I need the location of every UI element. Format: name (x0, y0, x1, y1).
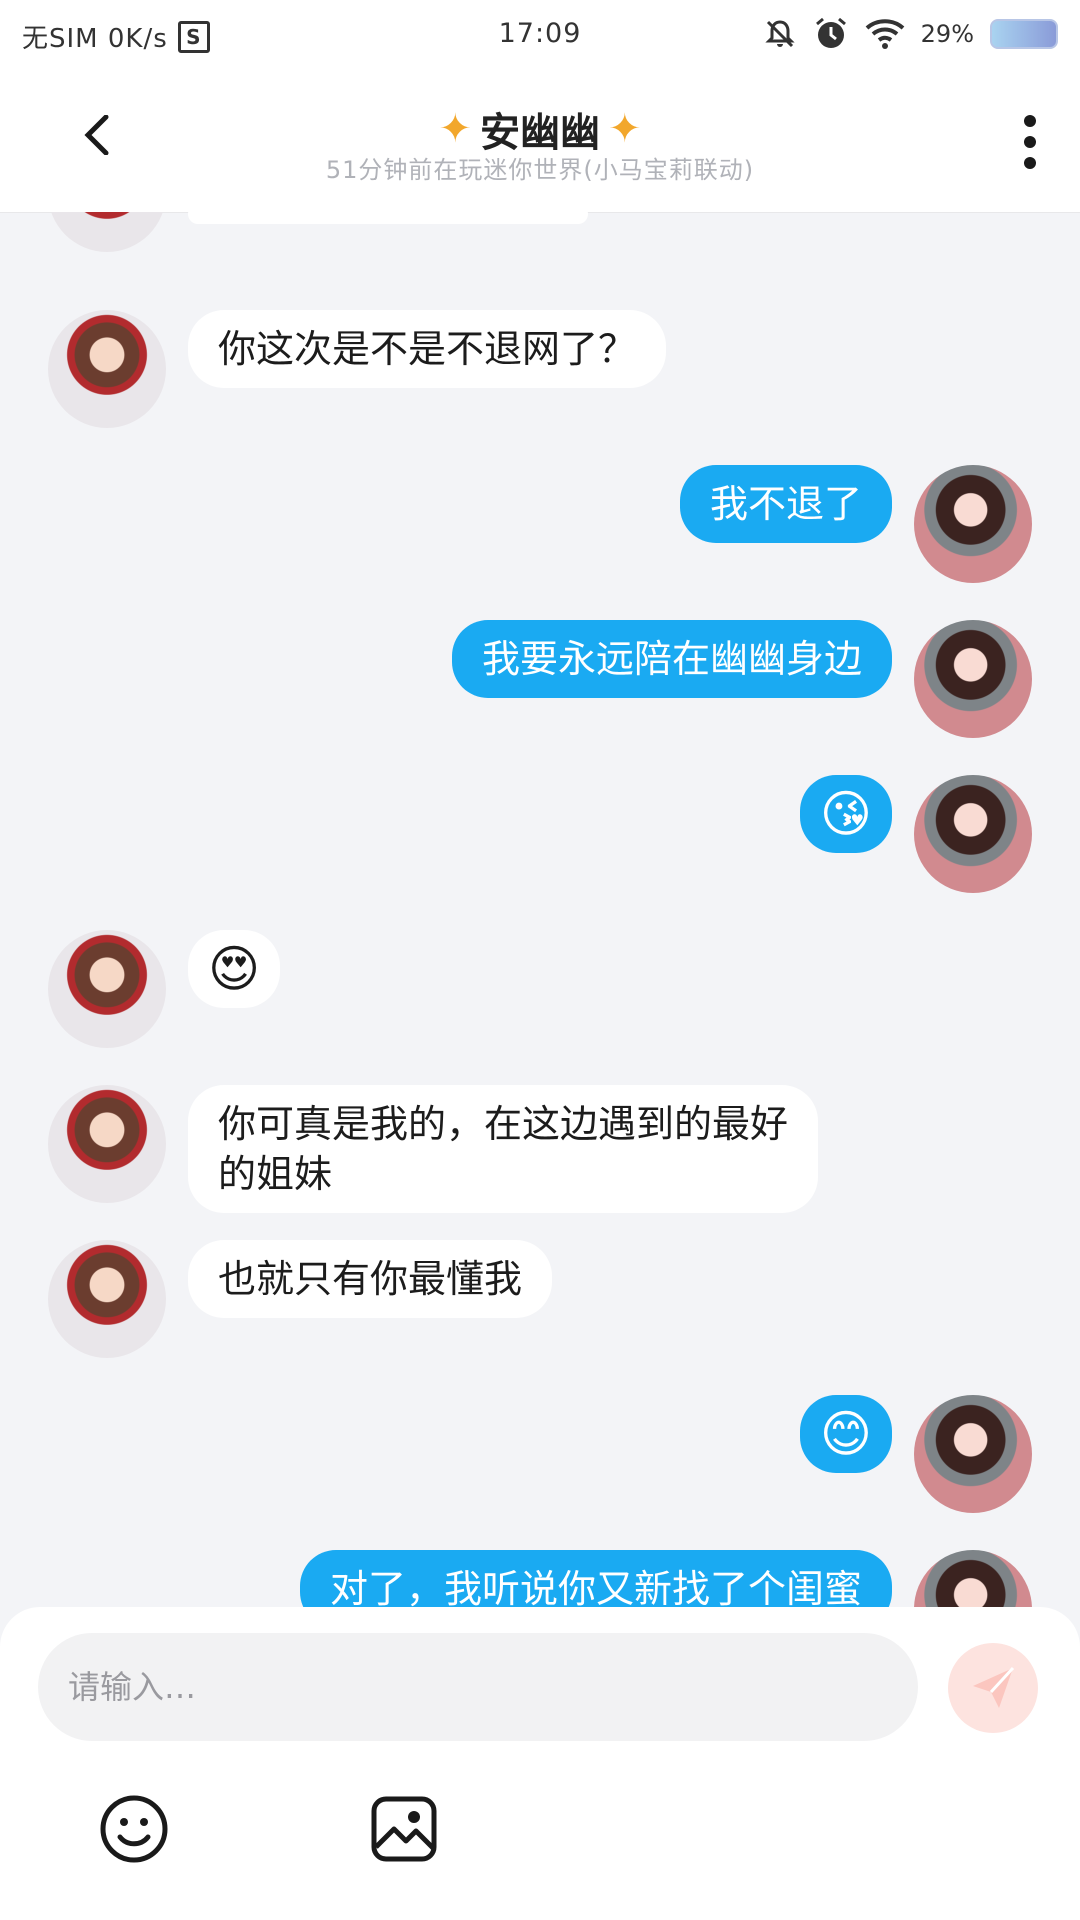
message-partial (48, 212, 588, 252)
emoji-message[interactable]: 😘 (799, 775, 892, 853)
send-icon (973, 1666, 1015, 1708)
message-row: 😊 (799, 1395, 1032, 1513)
alarm-icon (815, 17, 846, 48)
status-bar: 无SIM 0K/s S 17:09 29% (0, 0, 1080, 70)
contact-avatar[interactable] (48, 212, 166, 252)
message-bubble[interactable]: 我不退了 (679, 465, 892, 543)
smile-icon[interactable] (98, 1793, 170, 1865)
message-bubble[interactable]: 也就只有你最懂我 (188, 1240, 553, 1318)
battery-icon (990, 19, 1058, 49)
self-avatar[interactable] (914, 620, 1032, 738)
chat-list[interactable]: 你这次是不是不退网了？ 我不退了 我要永远陪在幽幽身边 😘 😍 你可真是我的，在… (0, 212, 1080, 1607)
contact-status: 51分钟前在玩迷你世界(小马宝莉联动) (325, 156, 755, 184)
contact-avatar[interactable] (48, 930, 166, 1048)
message-bubble[interactable]: 对了，我听说你又新找了个闺蜜 (299, 1550, 892, 1607)
message-bubble[interactable]: 你可真是我的，在这边遇到的最好 的姐妹 (188, 1085, 819, 1213)
self-avatar[interactable] (914, 1550, 1032, 1607)
image-icon[interactable] (368, 1793, 440, 1865)
composer-panel: 请输入… (0, 1607, 1080, 1920)
emoji-message[interactable]: 😊 (799, 1395, 892, 1473)
message-bubble[interactable]: 我要永远陪在幽幽身边 (451, 620, 892, 698)
sparkle-right-icon: ✦ (608, 106, 642, 152)
message-row: 对了，我听说你又新找了个闺蜜 (299, 1550, 1032, 1607)
message-input[interactable]: 请输入… (38, 1633, 918, 1741)
more-options-icon[interactable] (1020, 115, 1040, 169)
contact-avatar[interactable] (48, 310, 166, 428)
contact-avatar[interactable] (48, 1085, 166, 1203)
message-line: 的姐妹 (218, 1152, 333, 1196)
message-row: 我不退了 (679, 465, 1032, 583)
message-row: 😍 (48, 930, 281, 1048)
message-row: 😘 (799, 775, 1032, 893)
silent-bell-icon (765, 20, 795, 48)
message-bubble-partial (188, 212, 588, 224)
message-line: 你可真是我的，在这边遇到的最好 (218, 1102, 789, 1146)
message-row: 你这次是不是不退网了？ (48, 310, 667, 428)
status-right: 29% (763, 16, 1058, 52)
self-avatar[interactable] (914, 1395, 1032, 1513)
message-row: 我要永远陪在幽幽身边 (451, 620, 1032, 738)
contact-avatar[interactable] (48, 1240, 166, 1358)
message-row: 也就只有你最懂我 (48, 1240, 553, 1358)
sparkle-left-icon: ✦ (438, 106, 472, 152)
self-avatar[interactable] (914, 775, 1032, 893)
battery-text: 29% (920, 20, 974, 48)
chat-header: ✦ 安幽幽 ✦ 51分钟前在玩迷你世界(小马宝莉联动) (0, 70, 1080, 213)
message-bubble[interactable]: 你这次是不是不退网了？ (188, 310, 667, 388)
emoji-message[interactable]: 😍 (188, 930, 281, 1008)
message-row: 你可真是我的，在这边遇到的最好 的姐妹 (48, 1085, 819, 1213)
send-button[interactable] (948, 1643, 1038, 1733)
wifi-icon (865, 19, 904, 49)
self-avatar[interactable] (914, 465, 1032, 583)
